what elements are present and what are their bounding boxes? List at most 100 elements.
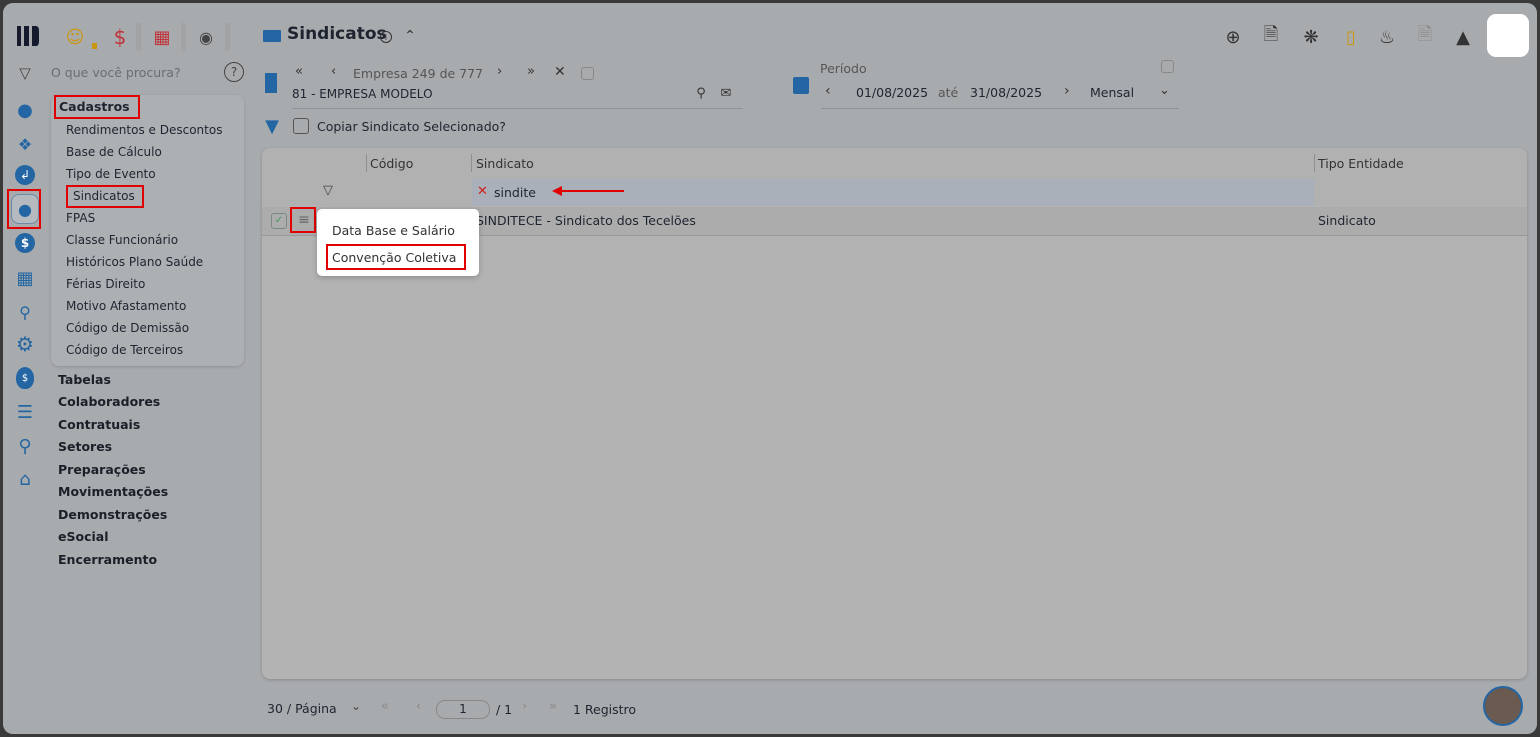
first-company-button[interactable]: « xyxy=(295,64,303,79)
period-end[interactable]: 31/08/2025 xyxy=(970,85,1042,100)
user-avatar-box[interactable] xyxy=(1487,14,1529,57)
filter-icon[interactable]: ▽ xyxy=(15,63,35,83)
app-logo[interactable] xyxy=(15,23,41,49)
highlight-convencao-coletiva xyxy=(326,244,466,270)
submenu-item-codigo-demissao[interactable]: Código de Demissão xyxy=(66,321,189,335)
last-company-button[interactable]: » xyxy=(527,64,535,79)
collapse-chevron-icon[interactable]: ⌃ xyxy=(401,27,419,45)
divider xyxy=(136,23,141,51)
menu-group-esocial[interactable]: eSocial xyxy=(58,529,108,544)
calendar-icon[interactable] xyxy=(792,75,810,95)
submenu-item-motivo-afastamento[interactable]: Motivo Afastamento xyxy=(66,299,186,313)
column-header-tipo-entidade[interactable]: Tipo Entidade xyxy=(1318,156,1404,171)
menu-search-input[interactable]: O que você procura? xyxy=(51,65,181,80)
submenu-item-rendimentos[interactable]: Rendimentos e Descontos xyxy=(66,123,222,137)
calculator-module-icon[interactable]: ▦ xyxy=(150,25,174,49)
company-name[interactable]: 81 - EMPRESA MODELO xyxy=(292,87,433,101)
bell-icon[interactable]: ♨ xyxy=(1375,25,1399,49)
submenu-item-ferias-direito[interactable]: Férias Direito xyxy=(66,277,145,291)
active-module-indicator xyxy=(92,43,97,49)
submenu-item-base-calculo[interactable]: Base de Cálculo xyxy=(66,145,162,159)
info-icon[interactable]: i xyxy=(380,31,392,43)
record-count: 1 Registro xyxy=(573,702,637,717)
clear-company-button[interactable]: ✕ xyxy=(554,64,566,80)
highlight-cadastros xyxy=(54,95,140,119)
graduation-cap-icon[interactable]: ▲ xyxy=(1451,25,1475,49)
help-icon[interactable]: ? xyxy=(224,62,244,82)
per-page-chevron-icon[interactable]: ⌄ xyxy=(351,699,361,713)
money-bag-module-icon[interactable]: ◉ xyxy=(194,25,218,49)
search-company-icon[interactable]: ⚲ xyxy=(693,85,709,101)
broom-icon[interactable]: ❋ xyxy=(1299,25,1323,49)
period-start[interactable]: 01/08/2025 xyxy=(856,85,928,100)
highlight-row-menu xyxy=(290,207,316,233)
company-nav-label: Empresa xyxy=(353,66,408,81)
period-checkbox[interactable] xyxy=(1161,60,1174,73)
handshake-icon[interactable]: ❖ xyxy=(13,132,37,156)
divider xyxy=(181,23,186,51)
menu-group-demonstracoes[interactable]: Demonstrações xyxy=(58,507,167,522)
menu-group-setores[interactable]: Setores xyxy=(58,439,112,454)
dollar-icon[interactable]: $ xyxy=(15,233,35,253)
report-search-icon[interactable]: 🗎 xyxy=(1413,24,1437,49)
clear-filter-icon[interactable]: ✕ xyxy=(477,184,488,199)
sindicato-filter-input[interactable] xyxy=(472,179,1314,206)
menu-group-movimentacoes[interactable]: Movimentações xyxy=(58,484,168,499)
period-mode-select[interactable]: Mensal xyxy=(1090,85,1134,100)
people-module-icon[interactable]: ☺ xyxy=(63,25,87,49)
menu-group-colaboradores[interactable]: Colaboradores xyxy=(58,394,160,409)
submenu-item-fpas[interactable]: FPAS xyxy=(66,211,95,225)
divider xyxy=(225,23,230,51)
add-icon[interactable]: ⊕ xyxy=(1221,25,1245,49)
company-total: 777 xyxy=(459,66,484,81)
clock-icon[interactable]: ↲ xyxy=(15,165,35,185)
home-icon[interactable]: ⌂ xyxy=(13,467,37,491)
file-icon[interactable]: ▯ xyxy=(1339,25,1363,49)
money-bag-icon[interactable]: $ xyxy=(16,367,34,389)
column-header-sindicato[interactable]: Sindicato xyxy=(476,156,534,171)
annotation-arrowhead xyxy=(552,186,562,196)
gear-icon[interactable]: ⚙ xyxy=(13,332,37,356)
submenu-item-tipo-evento[interactable]: Tipo de Evento xyxy=(66,167,156,181)
prev-page-button[interactable]: ‹ xyxy=(416,699,421,714)
column-header-codigo[interactable]: Código xyxy=(370,156,413,171)
row-tipo-entidade: Sindicato xyxy=(1318,213,1376,228)
funnel-icon[interactable]: ▼ xyxy=(262,116,282,137)
filter-value[interactable]: sindite xyxy=(494,185,536,200)
period-mode-chevron-icon[interactable]: ⌄ xyxy=(1159,83,1170,98)
layers-icon[interactable]: ☰ xyxy=(13,400,37,424)
submenu-item-codigo-terceiros[interactable]: Código de Terceiros xyxy=(66,343,183,357)
next-period-button[interactable]: › xyxy=(1064,83,1070,99)
submenu-item-classe-funcionario[interactable]: Classe Funcionário xyxy=(66,233,178,247)
row-checkbox[interactable]: ✓ xyxy=(271,213,287,229)
copy-checkbox[interactable] xyxy=(293,118,309,134)
context-menu-item-data-base[interactable]: Data Base e Salário xyxy=(332,223,455,238)
copy-option-label: Copiar Sindicato Selecionado? xyxy=(317,119,506,134)
column-divider xyxy=(1314,154,1315,172)
document-icon[interactable]: 🗎 xyxy=(1259,24,1283,49)
key-percent-icon[interactable]: ⚲ xyxy=(13,300,37,324)
monitor-icon xyxy=(262,27,282,45)
last-page-button[interactable]: » xyxy=(549,699,557,714)
filter-row-icon[interactable]: ▽ xyxy=(320,182,336,198)
next-page-button[interactable]: › xyxy=(522,699,527,714)
page-input[interactable]: 1 xyxy=(436,700,490,719)
first-page-button[interactable]: « xyxy=(381,699,389,714)
menu-group-encerramento[interactable]: Encerramento xyxy=(58,552,157,567)
menu-group-tabelas[interactable]: Tabelas xyxy=(58,372,111,387)
submenu-item-historicos-plano-saude[interactable]: Históricos Plano Saúde xyxy=(66,255,203,269)
prev-period-button[interactable]: ‹ xyxy=(825,83,831,99)
menu-group-preparacoes[interactable]: Preparações xyxy=(58,462,146,477)
company-checkbox[interactable] xyxy=(581,67,594,80)
email-icon[interactable]: ✉ xyxy=(718,85,734,101)
user-settings-icon[interactable]: ● xyxy=(13,98,37,122)
menu-group-contratuais[interactable]: Contratuais xyxy=(58,417,140,432)
per-page-select[interactable]: 30 / Página xyxy=(267,701,337,716)
calculator-icon[interactable]: ▦ xyxy=(13,266,37,290)
search-icon[interactable]: ⚲ xyxy=(13,434,37,458)
assistant-avatar[interactable] xyxy=(1483,686,1523,726)
next-company-button[interactable]: › xyxy=(497,64,502,79)
dollar-module-icon[interactable]: $ xyxy=(108,25,132,49)
column-divider xyxy=(366,154,367,172)
prev-company-button[interactable]: ‹ xyxy=(331,64,336,79)
